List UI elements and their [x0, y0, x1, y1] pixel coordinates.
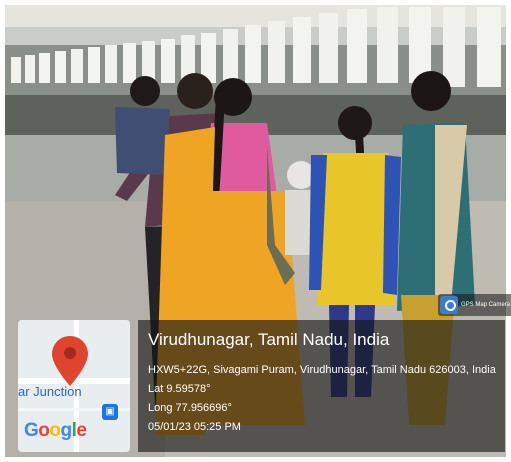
location-address: HXW5+22G, Sivagami Puram, Virudhunagar, …	[148, 364, 496, 376]
map-street-label: ar Junction	[18, 384, 82, 399]
transit-icon: ▣	[102, 404, 118, 420]
datetime: 05/01/23 05:25 PM	[148, 421, 241, 433]
longitude: Long 77.956696°	[148, 402, 232, 414]
location-title: Virudhunagar, Tamil Nadu, India	[148, 330, 390, 349]
latitude: Lat 9.59578°	[148, 383, 211, 395]
badge-label: GPS Map Camera	[461, 302, 511, 308]
map-thumbnail[interactable]: ar Junction ▣ Google	[18, 320, 130, 452]
gps-map-camera-badge: GPS Map Camera	[438, 294, 511, 316]
camera-icon	[440, 296, 458, 314]
google-logo: Google	[24, 420, 87, 441]
frame: GPS Map Camera ar Junction ▣ Google Viru…	[0, 0, 511, 462]
location-info-box: Virudhunagar, Tamil Nadu, India HXW5+22G…	[138, 320, 505, 452]
